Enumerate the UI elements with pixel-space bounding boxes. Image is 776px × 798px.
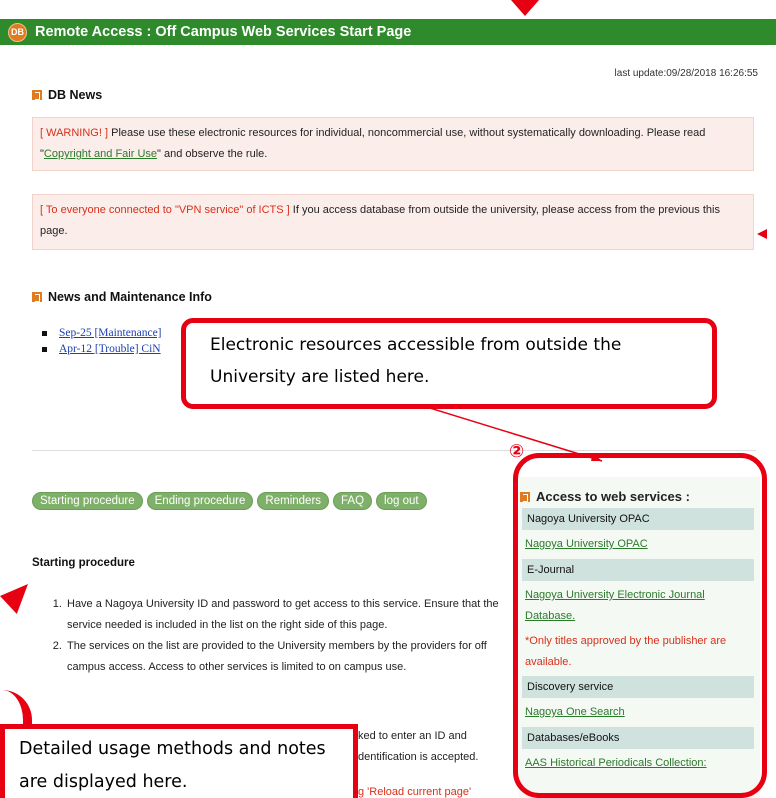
page-title: Remote Access : Off Campus Web Services … xyxy=(35,24,412,40)
list-item: The services on the list are provided to… xyxy=(65,636,507,678)
list-item: Sep-25 [Maintenance] xyxy=(42,325,162,341)
browser-page: DB Remote Access : Off Campus Web Servic… xyxy=(0,0,776,798)
highlight-oval xyxy=(513,453,767,798)
steps-list: Have a Nagoya University ID and password… xyxy=(32,594,507,678)
reminders-button[interactable]: Reminders xyxy=(257,492,330,510)
section-marker-icon xyxy=(32,90,42,100)
logout-button[interactable]: log out xyxy=(376,492,427,510)
arrow-down-marker xyxy=(511,0,539,16)
news-link[interactable]: Sep-25 [Maintenance] xyxy=(59,325,162,341)
ending-procedure-button[interactable]: Ending procedure xyxy=(146,492,254,510)
db-news-title: DB News xyxy=(48,88,103,102)
section-marker-icon xyxy=(32,292,42,302)
list-item: Apr-12 [Trouble] CiN xyxy=(42,341,162,357)
news-info-heading: News and Maintenance Info xyxy=(32,290,212,304)
warning-tag: [ WARNING! ] xyxy=(40,127,109,139)
db-logo: DB xyxy=(8,22,27,42)
step-fragment-2: dentification is accepted. xyxy=(358,751,479,763)
list-item: Have a Nagoya University ID and password… xyxy=(65,594,507,636)
divider xyxy=(32,450,756,451)
news-info-title: News and Maintenance Info xyxy=(48,290,212,304)
page-titlebar: DB Remote Access : Off Campus Web Servic… xyxy=(0,19,776,45)
warning-text-after: " and observe the rule. xyxy=(157,148,268,160)
step-fragment-1: ked to enter an ID and xyxy=(358,730,467,742)
callout-resources: Electronic resources accessible from out… xyxy=(181,318,717,409)
faq-button[interactable]: FAQ xyxy=(333,492,373,510)
vpn-notice: [ To everyone connected to "VPN service"… xyxy=(32,194,754,250)
procedure-nav: Starting procedure Ending procedure Remi… xyxy=(32,492,427,510)
callout-usage: Detailed usage methods and notes are dis… xyxy=(0,724,358,798)
step-fragment-3: g 'Reload current page' xyxy=(358,786,472,798)
warning-notice: [ WARNING! ] Please use these electronic… xyxy=(32,117,754,171)
vpn-tag: [ To everyone connected to "VPN service"… xyxy=(40,204,290,216)
news-link[interactable]: Apr-12 [Trouble] CiN xyxy=(59,341,161,357)
db-news-heading: DB News xyxy=(32,88,102,102)
news-list: Sep-25 [Maintenance] Apr-12 [Trouble] Ci… xyxy=(42,325,162,357)
last-update-text: last update:09/28/2018 16:26:55 xyxy=(614,68,758,79)
starting-procedure-button[interactable]: Starting procedure xyxy=(32,492,143,510)
copyright-link[interactable]: Copyright and Fair Use xyxy=(44,148,157,160)
starting-procedure-heading: Starting procedure xyxy=(32,557,135,569)
